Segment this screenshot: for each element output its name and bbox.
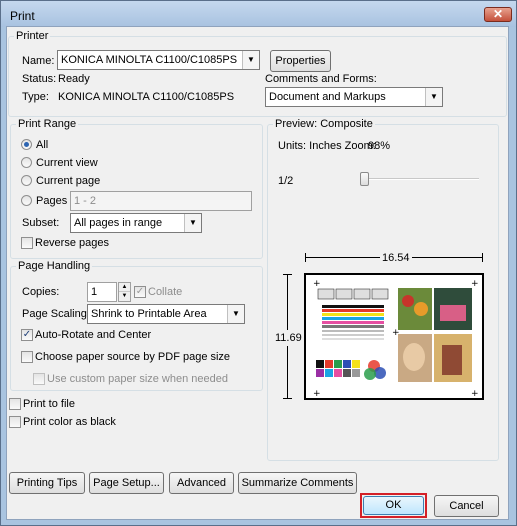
svg-text:+: + xyxy=(471,279,479,289)
reverse-pages-checkbox[interactable] xyxy=(21,237,33,249)
print-color-black-checkbox[interactable] xyxy=(9,416,21,428)
custom-paper-checkbox[interactable] xyxy=(33,373,45,385)
page-indicator: 1/2 xyxy=(278,175,294,187)
print-color-black-label[interactable]: Print color as black xyxy=(23,415,116,429)
height-dimension-label: 11.69 xyxy=(275,330,302,346)
dialog-client-area: Printer Name: KONICA MINOLTA C1100/C1085… xyxy=(6,26,509,520)
type-value: KONICA MINOLTA C1100/C1085PS xyxy=(58,91,235,103)
comments-forms-select[interactable]: Document and Markups ▼ xyxy=(265,87,443,107)
svg-text:+: + xyxy=(471,389,479,398)
page-scaling-value: Shrink to Printable Area xyxy=(91,308,207,320)
printer-name-value: KONICA MINOLTA C1100/C1085PS xyxy=(61,54,238,66)
radio-all-label[interactable]: All xyxy=(36,138,48,152)
close-button[interactable]: ✕ xyxy=(484,7,512,22)
status-value: Ready xyxy=(58,73,90,85)
page-preview-content: + + + + + xyxy=(313,279,479,399)
pages-range-input[interactable]: 1 - 2 xyxy=(70,191,252,211)
paper-source-checkbox[interactable] xyxy=(21,351,33,363)
page-setup-button[interactable]: Page Setup... xyxy=(89,472,164,494)
color-bars xyxy=(322,305,384,340)
subset-label: Subset: xyxy=(22,217,60,229)
copies-label: Copies: xyxy=(22,286,60,298)
radio-all[interactable] xyxy=(21,139,32,150)
chevron-down-icon: ▼ xyxy=(227,305,244,323)
printer-name-select[interactable]: KONICA MINOLTA C1100/C1085PS ▼ xyxy=(57,50,260,70)
copies-input[interactable]: 1 xyxy=(87,282,117,302)
sample-text-blocks xyxy=(317,288,389,300)
printer-group-label: Printer xyxy=(14,30,51,42)
summarize-comments-button[interactable]: Summarize Comments xyxy=(238,472,357,494)
preview-group-label: Preview: Composite xyxy=(273,118,375,130)
page-preview: + + + + + xyxy=(304,273,484,400)
advanced-button[interactable]: Advanced xyxy=(169,472,234,494)
subset-value: All pages in range xyxy=(74,217,163,229)
radio-current-page-label[interactable]: Current page xyxy=(36,174,100,188)
reverse-pages-label[interactable]: Reverse pages xyxy=(35,236,109,250)
printing-tips-button[interactable]: Printing Tips xyxy=(9,472,85,494)
type-label: Type: xyxy=(22,91,49,103)
width-dimension-arrow-right xyxy=(482,253,483,262)
height-dimension-arrow-top xyxy=(283,274,292,275)
collate-checkbox[interactable]: ✓ xyxy=(134,286,146,298)
auto-rotate-label[interactable]: Auto-Rotate and Center xyxy=(35,328,151,342)
svg-text:+: + xyxy=(313,279,321,289)
title-bar[interactable]: Print ✕ xyxy=(1,1,516,27)
copies-stepper[interactable]: ▲ ▼ xyxy=(118,282,131,302)
print-to-file-label[interactable]: Print to file xyxy=(23,397,75,411)
chevron-down-icon: ▼ xyxy=(242,51,259,69)
zoom-value: 98% xyxy=(368,140,391,152)
properties-button[interactable]: Properties xyxy=(270,50,331,72)
radio-current-page[interactable] xyxy=(21,175,32,186)
color-patches xyxy=(316,360,386,380)
auto-rotate-checkbox[interactable]: ✓ xyxy=(21,329,33,341)
print-to-file-checkbox[interactable] xyxy=(9,398,21,410)
units-zoom-label: Units: Inches Zoom: xyxy=(278,140,376,152)
chevron-down-icon: ▼ xyxy=(425,88,442,106)
collate-label[interactable]: Collate xyxy=(148,285,182,299)
width-dimension-arrow-left xyxy=(305,253,306,262)
comments-forms-label: Comments and Forms: xyxy=(265,73,377,85)
chevron-up-icon[interactable]: ▲ xyxy=(119,283,130,292)
page-slider-thumb[interactable] xyxy=(360,172,369,186)
window-title: Print xyxy=(10,9,35,23)
subset-select[interactable]: All pages in range ▼ xyxy=(70,213,202,233)
radio-pages-label[interactable]: Pages xyxy=(36,194,67,208)
cancel-button[interactable]: Cancel xyxy=(434,495,499,517)
radio-current-view-label[interactable]: Current view xyxy=(36,156,98,170)
page-slider-track[interactable] xyxy=(361,178,479,180)
radio-pages[interactable] xyxy=(21,195,32,206)
page-scaling-select[interactable]: Shrink to Printable Area ▼ xyxy=(87,304,245,324)
print-range-group-label: Print Range xyxy=(16,118,79,130)
svg-text:+: + xyxy=(313,389,321,398)
chevron-down-icon: ▼ xyxy=(184,214,201,232)
ok-button[interactable]: OK xyxy=(363,496,424,515)
width-dimension-label: 16.54 xyxy=(380,251,412,265)
custom-paper-label[interactable]: Use custom paper size when needed xyxy=(47,372,228,386)
radio-current-view[interactable] xyxy=(21,157,32,168)
chevron-down-icon[interactable]: ▼ xyxy=(119,292,130,301)
printer-name-label: Name: xyxy=(22,55,55,67)
paper-source-label[interactable]: Choose paper source by PDF page size xyxy=(35,350,230,364)
page-handling-group-label: Page Handling xyxy=(16,260,93,272)
page-scaling-label: Page Scaling: xyxy=(22,308,90,320)
status-label: Status: xyxy=(22,73,57,85)
height-dimension-arrow-bottom xyxy=(283,398,292,399)
sample-photos xyxy=(398,288,472,382)
comments-forms-value: Document and Markups xyxy=(269,91,386,103)
